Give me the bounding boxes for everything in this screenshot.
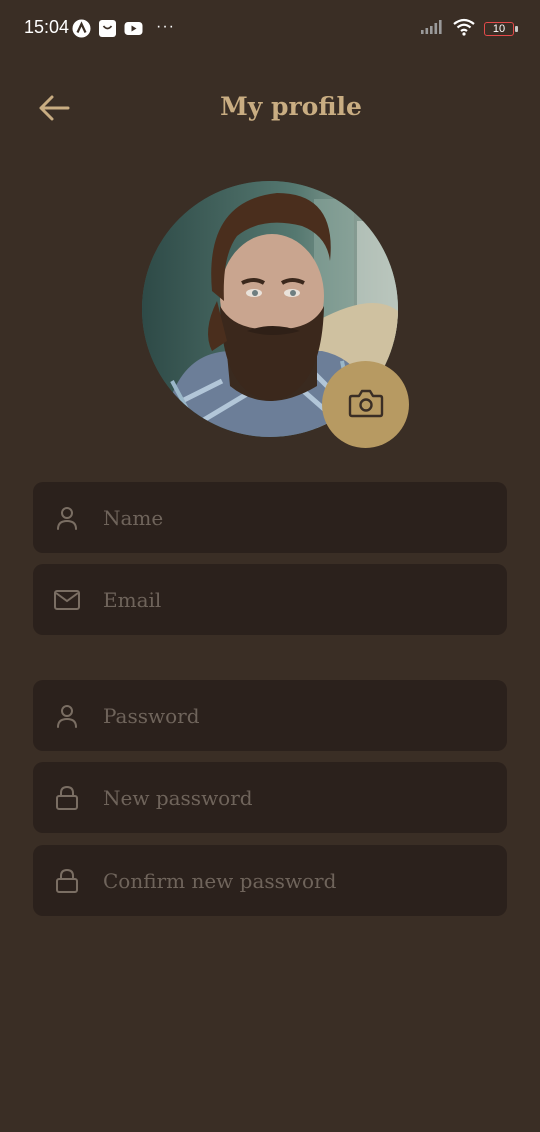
new-password-input[interactable]	[103, 762, 493, 833]
new-password-field	[33, 762, 507, 833]
name-input[interactable]	[103, 482, 493, 553]
battery-icon: 10	[484, 22, 518, 36]
header: My profile	[0, 76, 540, 142]
page-title: My profile	[220, 92, 362, 121]
confirm-password-field	[33, 845, 507, 916]
lock-icon	[53, 784, 81, 812]
status-right: 10	[420, 18, 518, 40]
youtube-icon	[124, 19, 143, 38]
status-app-icons	[72, 19, 143, 38]
signal-icon	[420, 19, 444, 39]
password-input[interactable]	[103, 680, 493, 751]
email-input[interactable]	[103, 564, 493, 635]
camera-icon	[348, 388, 384, 422]
app-a-icon	[72, 19, 91, 38]
confirm-password-input[interactable]	[103, 845, 493, 916]
shopping-bag-icon	[98, 19, 117, 38]
status-more-dots: ···	[156, 18, 175, 35]
mail-icon	[53, 586, 81, 614]
email-field	[33, 564, 507, 635]
status-time: 15:04	[24, 17, 70, 37]
change-photo-button[interactable]	[322, 361, 409, 448]
password-field	[33, 680, 507, 751]
user-icon	[53, 504, 81, 532]
status-bar: 15:04 ··· 10	[0, 0, 540, 58]
user-icon	[53, 702, 81, 730]
lock-icon	[53, 867, 81, 895]
wifi-icon	[452, 18, 476, 40]
name-field	[33, 482, 507, 553]
avatar-section	[142, 181, 409, 448]
